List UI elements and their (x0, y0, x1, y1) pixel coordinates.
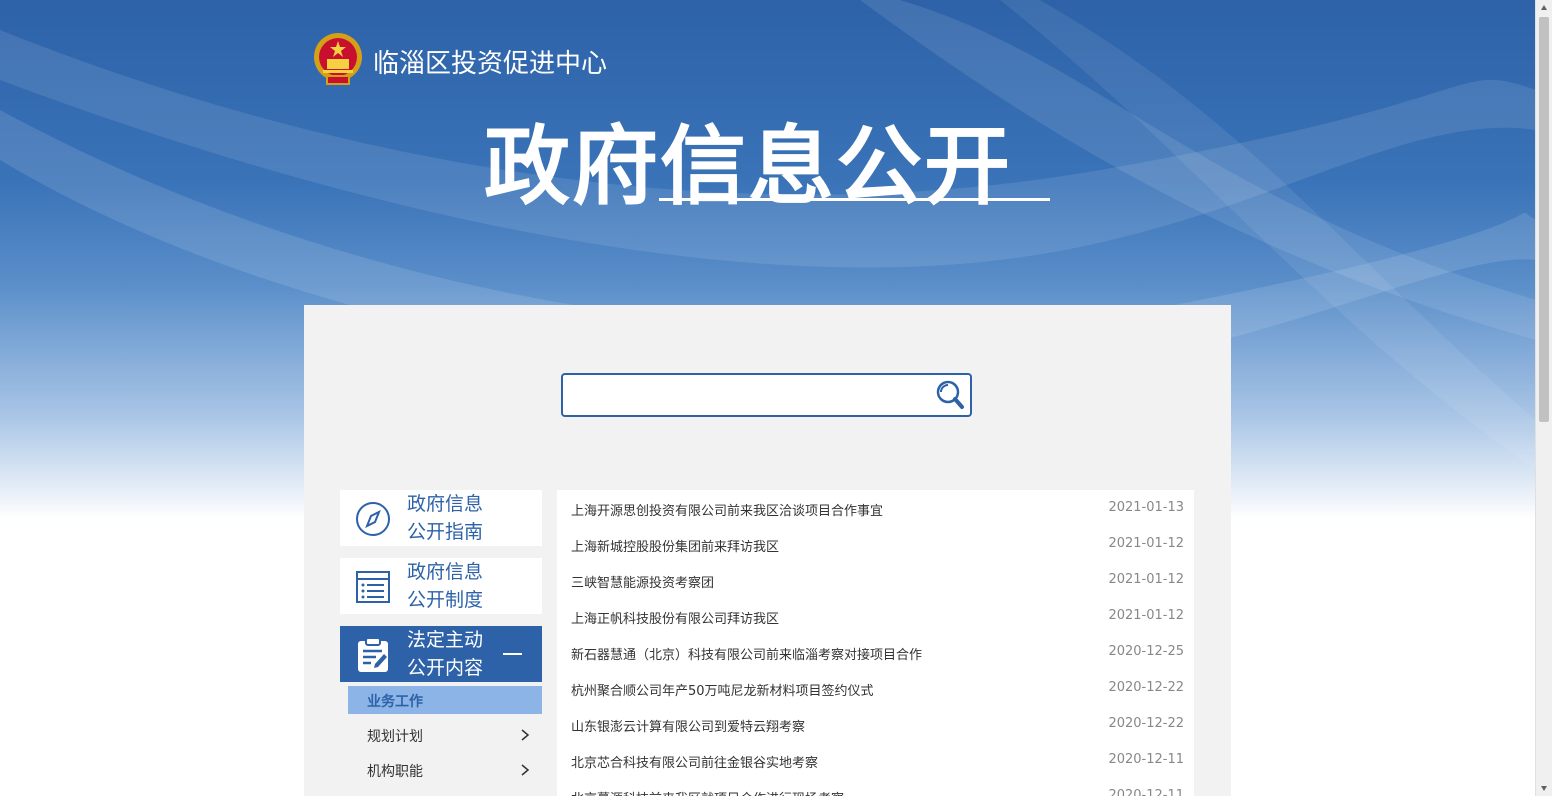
news-date: 2020-12-11 (1108, 788, 1184, 796)
news-title[interactable]: 北京芯合科技有限公司前往金银谷实地考察 (571, 752, 818, 771)
scroll-down-icon[interactable] (1540, 784, 1548, 792)
list-item[interactable]: 三峡智慧能源投资考察团 2021-01-12 (557, 562, 1194, 598)
news-date: 2020-12-25 (1108, 644, 1184, 659)
sub-item-label: 规划计划 (367, 729, 423, 745)
list-item[interactable]: 山东银澎云计算有限公司到爱特云翔考察 2020-12-22 (557, 706, 1194, 742)
list-item[interactable]: 北京芯合科技有限公司前往金银谷实地考察 2020-12-11 (557, 742, 1194, 778)
news-title[interactable]: 北京蔓源科技前来我区就项目合作进行现场考察 (571, 788, 844, 796)
sidebar-item-system[interactable]: 政府信息 公开制度 (340, 558, 542, 614)
sidebar-item-label: 法定主动 公开内容 (407, 629, 484, 679)
list-item[interactable]: 上海新城控股股份集团前来拜访我区 2021-01-12 (557, 526, 1194, 562)
news-title[interactable]: 山东银澎云计算有限公司到爱特云翔考察 (571, 716, 805, 735)
scroll-up-icon[interactable] (1540, 4, 1548, 12)
sub-item-label: 机构职能 (367, 764, 423, 780)
news-date: 2020-12-22 (1108, 716, 1184, 731)
list-item[interactable]: 新石器慧通（北京）科技有限公司前来临淄考察对接项目合作 2020-12-25 (557, 634, 1194, 670)
news-title[interactable]: 杭州聚合顺公司年产50万吨尼龙新材料项目签约仪式 (571, 680, 874, 699)
chevron-right-icon (521, 764, 530, 776)
news-title[interactable]: 上海新城控股股份集团前来拜访我区 (571, 536, 779, 555)
collapse-icon[interactable] (503, 653, 522, 655)
site-name: 临淄区投资促进中心 (373, 49, 608, 79)
list-document-icon (354, 568, 392, 606)
news-date: 2020-12-11 (1108, 752, 1184, 767)
news-title[interactable]: 新石器慧通（北京）科技有限公司前来临淄考察对接项目合作 (571, 644, 922, 663)
compass-icon (354, 500, 392, 538)
news-date: 2020-12-22 (1108, 680, 1184, 695)
sidebar-item-statutory-content[interactable]: 法定主动 公开内容 (340, 626, 542, 682)
chevron-right-icon (521, 729, 530, 741)
list-item[interactable]: 杭州聚合顺公司年产50万吨尼龙新材料项目签约仪式 2020-12-22 (557, 670, 1194, 706)
news-date: 2021-01-12 (1108, 572, 1184, 587)
national-emblem-icon (313, 32, 363, 86)
sub-item-planning[interactable]: 规划计划 (348, 721, 542, 749)
scrollbar-thumb[interactable] (1539, 17, 1549, 422)
sub-item-institution-functions[interactable]: 机构职能 (348, 756, 542, 784)
list-item[interactable]: 上海正帆科技股份有限公司拜访我区 2021-01-12 (557, 598, 1194, 634)
list-item[interactable]: 上海开源思创投资有限公司前来我区洽谈项目合作事宜 2021-01-13 (557, 490, 1194, 526)
sidebar-item-label: 政府信息 公开指南 (407, 493, 484, 543)
news-date: 2021-01-12 (1108, 608, 1184, 623)
search-input[interactable] (571, 381, 935, 411)
sub-item-business-work[interactable]: 业务工作 (348, 686, 542, 714)
news-title[interactable]: 上海正帆科技股份有限公司拜访我区 (571, 608, 779, 627)
news-date: 2021-01-12 (1108, 536, 1184, 551)
news-title[interactable]: 上海开源思创投资有限公司前来我区洽谈项目合作事宜 (571, 500, 883, 519)
news-list: 上海开源思创投资有限公司前来我区洽谈项目合作事宜 2021-01-13 上海新城… (557, 490, 1194, 796)
title-underline (659, 198, 1050, 201)
sub-item-label: 业务工作 (367, 694, 423, 710)
sidebar-item-guide[interactable]: 政府信息 公开指南 (340, 490, 542, 546)
search-box (561, 373, 972, 417)
list-item[interactable]: 北京蔓源科技前来我区就项目合作进行现场考察 2020-12-11 (557, 778, 1194, 796)
page-scrollbar[interactable] (1535, 0, 1552, 796)
search-icon[interactable] (934, 379, 966, 411)
news-title[interactable]: 三峡智慧能源投资考察团 (571, 572, 714, 591)
news-date: 2021-01-13 (1108, 500, 1184, 515)
sidebar-item-label: 政府信息 公开制度 (407, 561, 484, 611)
page-title: 政府信息公开 (484, 117, 1012, 217)
clipboard-edit-icon (354, 636, 392, 674)
